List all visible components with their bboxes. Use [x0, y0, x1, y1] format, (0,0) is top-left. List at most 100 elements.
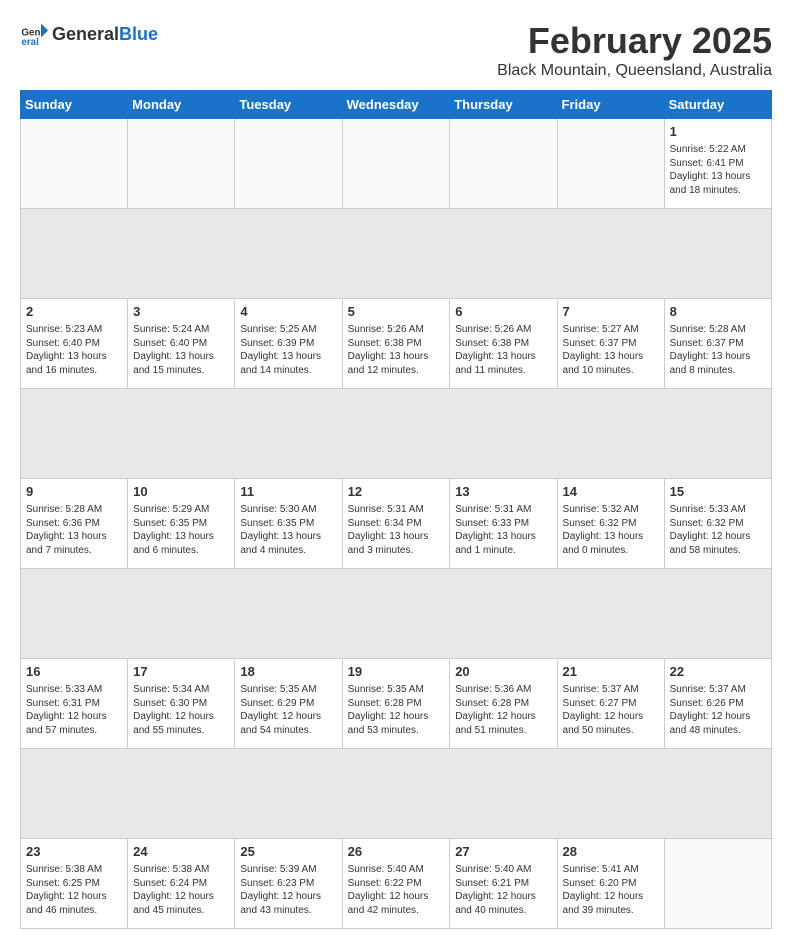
day-info: Sunrise: 5:28 AM Sunset: 6:37 PM Dayligh…: [670, 323, 766, 377]
day-number: 14: [563, 483, 659, 501]
calendar-subtitle: Black Mountain, Queensland, Australia: [497, 62, 772, 80]
logo-blue: Blue: [119, 24, 158, 44]
logo-icon: Gen eral: [20, 20, 48, 48]
calendar-header-row: SundayMondayTuesdayWednesdayThursdayFrid…: [21, 91, 772, 119]
day-info: Sunrise: 5:39 AM Sunset: 6:23 PM Dayligh…: [240, 863, 336, 917]
day-number: 9: [26, 483, 122, 501]
page-header: Gen eral GeneralBlue February 2025 Black…: [20, 20, 772, 80]
day-info: Sunrise: 5:34 AM Sunset: 6:30 PM Dayligh…: [133, 683, 229, 737]
day-info: Sunrise: 5:36 AM Sunset: 6:28 PM Dayligh…: [455, 683, 551, 737]
calendar-cell: 12Sunrise: 5:31 AM Sunset: 6:34 PM Dayli…: [342, 479, 450, 569]
day-number: 1: [670, 123, 766, 141]
day-number: 22: [670, 663, 766, 681]
calendar-cell: 24 Sunrise: 5:38 AM Sunset: 6:24 PM Dayli…: [128, 839, 235, 929]
calendar-cell: 25 Sunrise: 5:39 AM Sunset: 6:23 PM Dayli…: [235, 839, 342, 929]
calendar-cell: 15Sunrise: 5:33 AM Sunset: 6:32 PM Dayli…: [664, 479, 771, 569]
week-row-1: 1 Sunrise: 5:22 AM Sunset: 6:41 PM Daylig…: [21, 119, 772, 209]
day-number: 11: [240, 483, 336, 501]
day-info: Sunrise: 5:26 AM Sunset: 6:38 PM Dayligh…: [455, 323, 551, 377]
calendar-cell: [450, 119, 557, 209]
calendar-cell: 5 Sunrise: 5:26 AM Sunset: 6:38 PM Daylig…: [342, 299, 450, 389]
day-number: 4: [240, 303, 336, 321]
day-info: Sunrise: 5:41 AM Sunset: 6:20 PM Dayligh…: [563, 863, 659, 917]
day-info: Sunrise: 5:35 AM Sunset: 6:28 PM Dayligh…: [348, 683, 445, 737]
day-info: Sunrise: 5:25 AM Sunset: 6:39 PM Dayligh…: [240, 323, 336, 377]
day-number: 23: [26, 843, 122, 861]
calendar-cell: 28Sunrise: 5:41 AM Sunset: 6:20 PM Dayli…: [557, 839, 664, 929]
day-info: Sunrise: 5:40 AM Sunset: 6:21 PM Dayligh…: [455, 863, 551, 917]
calendar-cell: 22 Sunrise: 5:37 AM Sunset: 6:26 PM Dayli…: [664, 659, 771, 749]
calendar-cell: 9 Sunrise: 5:28 AM Sunset: 6:36 PM Daylig…: [21, 479, 128, 569]
calendar-cell: [342, 119, 450, 209]
day-info: Sunrise: 5:28 AM Sunset: 6:36 PM Dayligh…: [26, 503, 122, 557]
day-info: Sunrise: 5:24 AM Sunset: 6:40 PM Dayligh…: [133, 323, 229, 377]
day-info: Sunrise: 5:37 AM Sunset: 6:27 PM Dayligh…: [563, 683, 659, 737]
day-info: Sunrise: 5:22 AM Sunset: 6:41 PM Dayligh…: [670, 143, 766, 197]
calendar-cell: 18 Sunrise: 5:35 AM Sunset: 6:29 PM Dayli…: [235, 659, 342, 749]
logo: Gen eral GeneralBlue: [20, 20, 158, 48]
week-separator: [21, 389, 772, 479]
logo-text: GeneralBlue: [52, 24, 158, 45]
calendar-cell: 27 Sunrise: 5:40 AM Sunset: 6:21 PM Dayli…: [450, 839, 557, 929]
header-thursday: Thursday: [450, 91, 557, 119]
calendar-cell: 13Sunrise: 5:31 AM Sunset: 6:33 PM Dayli…: [450, 479, 557, 569]
day-number: 3: [133, 303, 229, 321]
calendar-cell: 8 Sunrise: 5:28 AM Sunset: 6:37 PM Daylig…: [664, 299, 771, 389]
day-number: 27: [455, 843, 551, 861]
header-monday: Monday: [128, 91, 235, 119]
calendar-cell: 7 Sunrise: 5:27 AM Sunset: 6:37 PM Daylig…: [557, 299, 664, 389]
day-info: Sunrise: 5:38 AM Sunset: 6:25 PM Dayligh…: [26, 863, 122, 917]
calendar-cell: 11 Sunrise: 5:30 AM Sunset: 6:35 PM Dayli…: [235, 479, 342, 569]
day-info: Sunrise: 5:29 AM Sunset: 6:35 PM Dayligh…: [133, 503, 229, 557]
day-number: 19: [348, 663, 445, 681]
calendar-cell: 10 Sunrise: 5:29 AM Sunset: 6:35 PM Dayli…: [128, 479, 235, 569]
calendar-cell: 23 Sunrise: 5:38 AM Sunset: 6:25 PM Dayli…: [21, 839, 128, 929]
header-wednesday: Wednesday: [342, 91, 450, 119]
day-number: 18: [240, 663, 336, 681]
day-number: 15: [670, 483, 766, 501]
day-number: 5: [348, 303, 445, 321]
day-number: 10: [133, 483, 229, 501]
day-number: 8: [670, 303, 766, 321]
week-separator: [21, 209, 772, 299]
week-row-4: 16Sunrise: 5:33 AM Sunset: 6:31 PM Dayli…: [21, 659, 772, 749]
svg-text:eral: eral: [21, 37, 39, 48]
calendar-cell: 26Sunrise: 5:40 AM Sunset: 6:22 PM Dayli…: [342, 839, 450, 929]
header-friday: Friday: [557, 91, 664, 119]
calendar-title: February 2025: [497, 20, 772, 62]
day-number: 24: [133, 843, 229, 861]
day-info: Sunrise: 5:37 AM Sunset: 6:26 PM Dayligh…: [670, 683, 766, 737]
day-number: 17: [133, 663, 229, 681]
calendar-cell: 4 Sunrise: 5:25 AM Sunset: 6:39 PM Daylig…: [235, 299, 342, 389]
calendar-cell: 1 Sunrise: 5:22 AM Sunset: 6:41 PM Daylig…: [664, 119, 771, 209]
header-saturday: Saturday: [664, 91, 771, 119]
calendar-cell: [128, 119, 235, 209]
day-number: 25: [240, 843, 336, 861]
day-info: Sunrise: 5:30 AM Sunset: 6:35 PM Dayligh…: [240, 503, 336, 557]
day-number: 7: [563, 303, 659, 321]
calendar-cell: 14 Sunrise: 5:32 AM Sunset: 6:32 PM Dayli…: [557, 479, 664, 569]
calendar-cell: [664, 839, 771, 929]
day-number: 20: [455, 663, 551, 681]
week-row-2: 2Sunrise: 5:23 AM Sunset: 6:40 PM Daylig…: [21, 299, 772, 389]
title-section: February 2025 Black Mountain, Queensland…: [497, 20, 772, 80]
calendar-cell: [557, 119, 664, 209]
header-sunday: Sunday: [21, 91, 128, 119]
calendar-cell: 21Sunrise: 5:37 AM Sunset: 6:27 PM Dayli…: [557, 659, 664, 749]
day-info: Sunrise: 5:35 AM Sunset: 6:29 PM Dayligh…: [240, 683, 336, 737]
week-row-3: 9 Sunrise: 5:28 AM Sunset: 6:36 PM Daylig…: [21, 479, 772, 569]
calendar-cell: 17 Sunrise: 5:34 AM Sunset: 6:30 PM Dayli…: [128, 659, 235, 749]
day-info: Sunrise: 5:23 AM Sunset: 6:40 PM Dayligh…: [26, 323, 122, 377]
header-tuesday: Tuesday: [235, 91, 342, 119]
calendar-cell: 6Sunrise: 5:26 AM Sunset: 6:38 PM Daylig…: [450, 299, 557, 389]
day-info: Sunrise: 5:38 AM Sunset: 6:24 PM Dayligh…: [133, 863, 229, 917]
calendar-cell: 2Sunrise: 5:23 AM Sunset: 6:40 PM Daylig…: [21, 299, 128, 389]
calendar-cell: [21, 119, 128, 209]
day-info: Sunrise: 5:40 AM Sunset: 6:22 PM Dayligh…: [348, 863, 445, 917]
day-info: Sunrise: 5:27 AM Sunset: 6:37 PM Dayligh…: [563, 323, 659, 377]
day-info: Sunrise: 5:33 AM Sunset: 6:31 PM Dayligh…: [26, 683, 122, 737]
calendar-cell: 19 Sunrise: 5:35 AM Sunset: 6:28 PM Dayli…: [342, 659, 450, 749]
week-separator: [21, 749, 772, 839]
day-info: Sunrise: 5:26 AM Sunset: 6:38 PM Dayligh…: [348, 323, 445, 377]
day-info: Sunrise: 5:32 AM Sunset: 6:32 PM Dayligh…: [563, 503, 659, 557]
